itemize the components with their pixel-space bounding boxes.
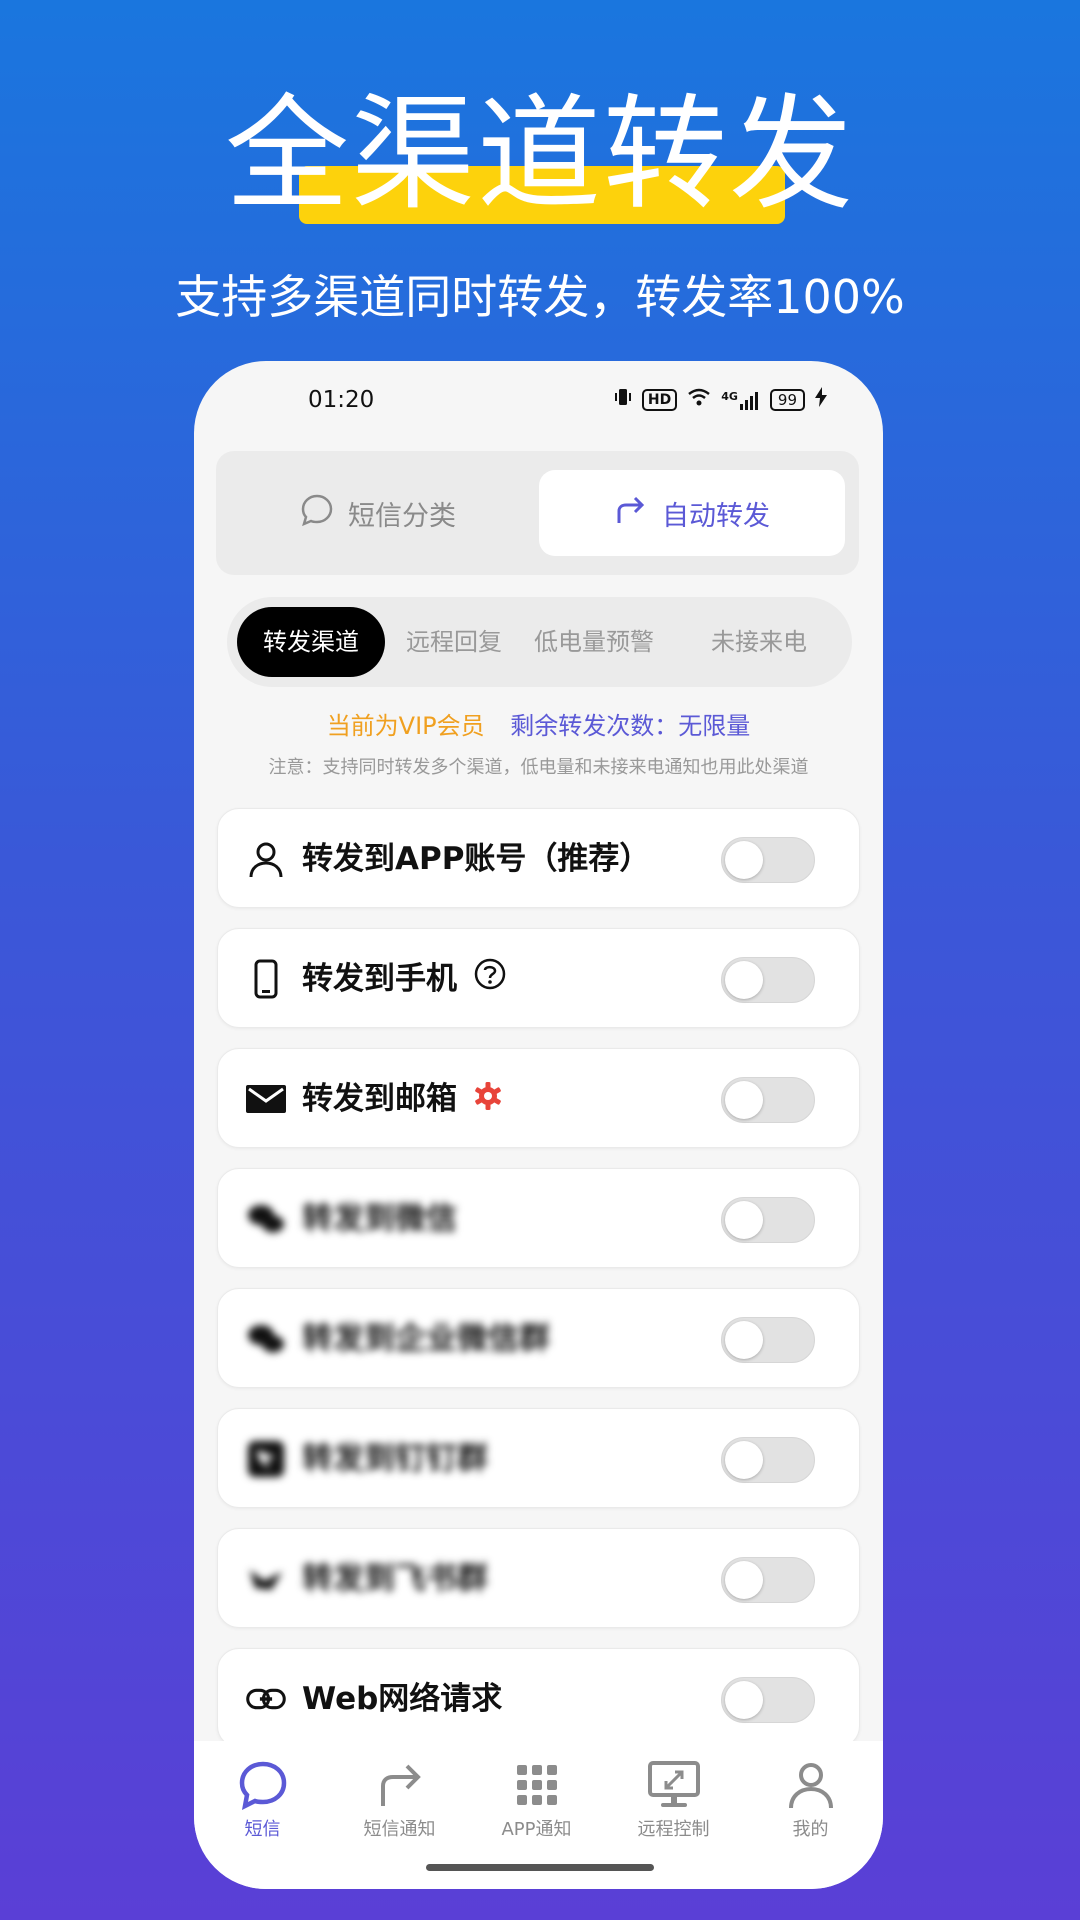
channel-wechat[interactable]: 转发到微信 bbox=[217, 1168, 860, 1268]
channel-label: 转发到企业微信群 bbox=[302, 1321, 550, 1357]
toggle-knob bbox=[725, 841, 763, 879]
channel-toggle[interactable] bbox=[721, 837, 815, 883]
toggle-knob bbox=[725, 1321, 763, 1359]
channel-toggle[interactable] bbox=[721, 1437, 815, 1483]
phone-icon bbox=[246, 959, 286, 999]
mail-icon bbox=[246, 1079, 286, 1119]
nav-label: APP通知 bbox=[501, 1819, 572, 1840]
channel-label: Web网络请求 bbox=[302, 1681, 503, 1717]
feishu-icon bbox=[246, 1559, 286, 1599]
channel-label: 转发到APP账号（推荐） bbox=[302, 841, 651, 877]
nav-label: 远程控制 bbox=[637, 1819, 710, 1840]
chat-bubble-icon bbox=[194, 1759, 331, 1811]
toggle-knob bbox=[725, 1441, 763, 1479]
nav-app-notify[interactable]: APP通知 bbox=[468, 1759, 605, 1841]
vip-member-text: 当前为VIP会员 bbox=[326, 712, 485, 740]
toggle-knob bbox=[725, 1081, 763, 1119]
segment-sms-category[interactable]: 短信分类 bbox=[216, 451, 540, 575]
channel-toggle[interactable] bbox=[721, 1677, 815, 1723]
nav-label: 短信 bbox=[244, 1819, 281, 1840]
settings-gear-icon[interactable] bbox=[473, 1051, 503, 1151]
vibrate-icon bbox=[614, 387, 632, 412]
hd-icon: HD bbox=[641, 388, 678, 411]
app-grid-icon bbox=[468, 1759, 605, 1811]
tab-low-battery-alert[interactable]: 低电量预警 bbox=[519, 607, 669, 677]
channel-toggle[interactable] bbox=[721, 1557, 815, 1603]
vip-status: 当前为VIP会员 剩余转发次数：无限量 bbox=[194, 706, 883, 741]
dingtalk-icon bbox=[246, 1439, 286, 1479]
wechat-icon bbox=[246, 1199, 286, 1239]
person-icon bbox=[246, 839, 286, 879]
channel-toggle[interactable] bbox=[721, 957, 815, 1003]
channel-tabs: 转发渠道 远程回复 低电量预警 未接来电 bbox=[227, 597, 852, 687]
channel-web-request[interactable]: Web网络请求 bbox=[217, 1648, 860, 1748]
remote-desktop-icon bbox=[605, 1759, 742, 1811]
link-icon bbox=[246, 1679, 286, 1719]
channel-email[interactable]: 转发到邮箱 bbox=[217, 1048, 860, 1148]
toggle-knob bbox=[725, 1561, 763, 1599]
charging-icon bbox=[815, 387, 827, 412]
channel-label: 转发到邮箱 bbox=[302, 1049, 503, 1149]
help-icon[interactable] bbox=[473, 931, 507, 1031]
forward-arrow-icon bbox=[331, 1759, 468, 1811]
nav-remote-control[interactable]: 远程控制 bbox=[605, 1759, 742, 1841]
segment-auto-forward[interactable]: 自动转发 bbox=[539, 470, 845, 556]
toggle-knob bbox=[725, 1201, 763, 1239]
channel-phone[interactable]: 转发到手机 bbox=[217, 928, 860, 1028]
mode-segment-control: 短信分类 自动转发 bbox=[216, 451, 859, 575]
channel-dingtalk-group[interactable]: 转发到钉钉群 bbox=[217, 1408, 860, 1508]
channel-feishu-group[interactable]: 转发到飞书群 bbox=[217, 1528, 860, 1628]
status-bar: 01:20 HD 4G 99 bbox=[194, 361, 883, 445]
hero-subtitle: 支持多渠道同时转发，转发率100% bbox=[175, 270, 905, 324]
channel-toggle[interactable] bbox=[721, 1077, 815, 1123]
tab-missed-call[interactable]: 未接来电 bbox=[679, 607, 839, 677]
phone-screen: 01:20 HD 4G 99 短信分类 自动转发 转发渠道 远程回复 低电量预警… bbox=[194, 361, 883, 1889]
segment-left-label: 短信分类 bbox=[348, 500, 456, 532]
channel-toggle[interactable] bbox=[721, 1317, 815, 1363]
remaining-count-text: 剩余转发次数：无限量 bbox=[510, 712, 751, 740]
segment-right-label: 自动转发 bbox=[662, 500, 770, 532]
nav-sms[interactable]: 短信 bbox=[194, 1759, 331, 1841]
battery-icon: 99 bbox=[769, 388, 805, 411]
nav-label: 短信通知 bbox=[363, 1819, 436, 1840]
nav-sms-notify[interactable]: 短信通知 bbox=[331, 1759, 468, 1841]
tab-remote-reply[interactable]: 远程回复 bbox=[395, 607, 513, 677]
channel-toggle[interactable] bbox=[721, 1197, 815, 1243]
channel-label-text: 转发到邮箱 bbox=[302, 1081, 457, 1117]
channel-label: 转发到飞书群 bbox=[302, 1561, 488, 1597]
forward-arrow-icon bbox=[614, 493, 648, 534]
channel-label: 转发到微信 bbox=[302, 1201, 457, 1237]
channel-label: 转发到钉钉群 bbox=[302, 1441, 488, 1477]
tab-forward-channels[interactable]: 转发渠道 bbox=[237, 607, 385, 677]
chat-bubble-icon bbox=[300, 493, 334, 534]
channel-label-text: 转发到手机 bbox=[302, 961, 457, 997]
notice-text: 注意：支持同时转发多个渠道，低电量和未接来电通知也用此处渠道 bbox=[268, 757, 809, 778]
wifi-icon bbox=[687, 387, 711, 412]
hero-title: 全渠道转发 bbox=[224, 83, 855, 227]
channel-app-account[interactable]: 转发到APP账号（推荐） bbox=[217, 808, 860, 908]
profile-icon bbox=[742, 1759, 879, 1811]
toggle-knob bbox=[725, 1681, 763, 1719]
cell-signal-icon: 4G bbox=[721, 390, 760, 410]
nav-label: 我的 bbox=[792, 1819, 829, 1840]
hero-title-block: 全渠道转发 bbox=[0, 80, 1080, 230]
home-indicator[interactable] bbox=[426, 1864, 654, 1871]
channel-label: 转发到手机 bbox=[302, 929, 507, 1029]
channel-wecom-group[interactable]: 转发到企业微信群 bbox=[217, 1288, 860, 1388]
status-time: 01:20 bbox=[308, 387, 375, 413]
toggle-knob bbox=[725, 961, 763, 999]
wecom-icon bbox=[246, 1319, 286, 1359]
nav-profile[interactable]: 我的 bbox=[742, 1759, 879, 1841]
